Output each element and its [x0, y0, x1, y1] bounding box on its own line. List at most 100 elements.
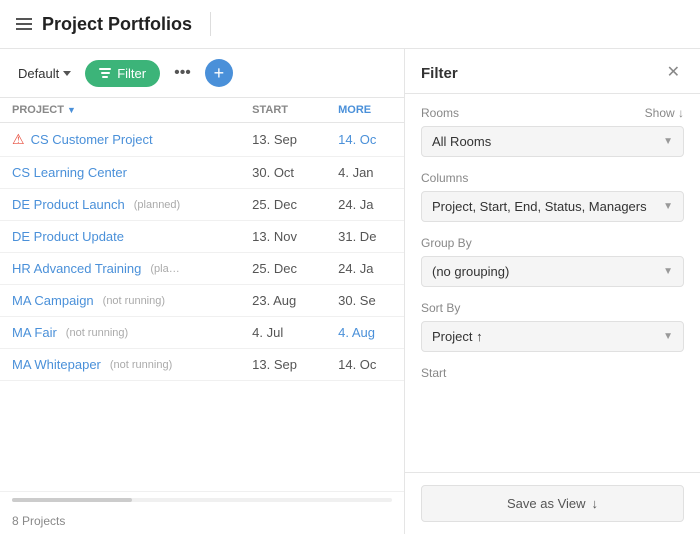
rooms-value: All Rooms [432, 134, 491, 149]
main-content: Default Filter ••• + PROJECT ▼ [0, 49, 700, 534]
group-by-value: (no grouping) [432, 264, 509, 279]
filter-label: Filter [117, 66, 146, 81]
project-tag: (planned) [134, 199, 180, 211]
project-tag: (not running) [103, 295, 165, 307]
rooms-arrow-icon: ▼ [663, 136, 673, 147]
table-row: CS Learning Center 30. Oct4. Jan [0, 157, 404, 189]
columns-label: Columns [421, 171, 468, 185]
table-row: MA Campaign (not running) 23. Aug30. Se [0, 285, 404, 317]
table-row: MA Whitepaper(not running)13. Sep14. Oc [0, 349, 404, 381]
project-table-container: PROJECT ▼ START MORE ⚠ CS Customer Projec… [0, 98, 404, 491]
sort-by-section: Sort By Project ↑ ▼ [421, 301, 684, 352]
sort-by-section-header: Sort By [421, 301, 684, 315]
scroll-thumb[interactable] [12, 498, 132, 502]
project-cell: MA Whitepaper (not running) [0, 349, 240, 381]
sort-by-select[interactable]: Project ↑ ▼ [421, 321, 684, 352]
sort-by-arrow-icon: ▼ [663, 331, 673, 342]
col-more[interactable]: MORE [326, 98, 404, 123]
start-date: 4. Jul [240, 317, 326, 349]
group-by-section-header: Group By [421, 236, 684, 250]
more-date: 24. Ja [326, 189, 404, 221]
project-cell: HR Advanced Training (pla… [0, 253, 240, 285]
group-by-section: Group By (no grouping) ▼ [421, 236, 684, 287]
filter-footer: Save as View ↓ [405, 472, 700, 534]
start-section: Start [421, 366, 684, 380]
filter-body: Rooms Show ↓ All Rooms ▼ Columns Project… [405, 94, 700, 472]
group-by-arrow-icon: ▼ [663, 266, 673, 277]
rooms-section-header: Rooms Show ↓ [421, 106, 684, 120]
more-date: 14. Oc [326, 123, 404, 157]
project-cell: MA Campaign (not running) [0, 285, 240, 317]
more-date: 30. Se [326, 285, 404, 317]
project-cell: DE Product Update [0, 221, 240, 253]
project-name[interactable]: MA Campaign [12, 293, 94, 308]
start-date: 13. Sep [240, 123, 326, 157]
close-filter-button[interactable]: ✕ [663, 63, 684, 83]
app-header: Project Portfolios [0, 0, 700, 49]
save-view-label: Save as View [507, 496, 586, 511]
group-by-select[interactable]: (no grouping) ▼ [421, 256, 684, 287]
table-header-row: PROJECT ▼ START MORE [0, 98, 404, 123]
table-row: ⚠ CS Customer Project 13. Sep14. Oc [0, 123, 404, 157]
more-date: 24. Ja [326, 253, 404, 285]
more-date: 14. Oc [326, 349, 404, 381]
project-table: PROJECT ▼ START MORE ⚠ CS Customer Projec… [0, 98, 404, 381]
header-divider [210, 12, 211, 36]
columns-select[interactable]: Project, Start, End, Status, Managers ▼ [421, 191, 684, 222]
rooms-label: Rooms [421, 106, 459, 120]
default-view-button[interactable]: Default [12, 62, 77, 85]
page-title: Project Portfolios [42, 14, 192, 35]
table-row: DE Product Launch (planned) 25. Dec24. Ja [0, 189, 404, 221]
project-name[interactable]: CS Customer Project [31, 132, 153, 147]
rooms-section: Rooms Show ↓ All Rooms ▼ [421, 106, 684, 157]
project-tag: (not running) [66, 327, 128, 339]
filter-icon [99, 68, 111, 78]
more-date: 4. Jan [326, 157, 404, 189]
more-date: 4. Aug [326, 317, 404, 349]
filter-title: Filter [421, 65, 458, 82]
error-icon: ⚠ [12, 131, 25, 148]
col-project[interactable]: PROJECT ▼ [0, 98, 240, 123]
start-date: 23. Aug [240, 285, 326, 317]
project-name[interactable]: DE Product Launch [12, 197, 125, 212]
add-button[interactable]: + [205, 59, 233, 87]
project-name[interactable]: MA Fair [12, 325, 57, 340]
columns-value: Project, Start, End, Status, Managers [432, 199, 647, 214]
project-cell: ⚠ CS Customer Project [0, 123, 240, 157]
sort-by-value: Project ↑ [432, 329, 483, 344]
start-section-header: Start [421, 366, 684, 380]
save-as-view-button[interactable]: Save as View ↓ [421, 485, 684, 522]
project-name[interactable]: CS Learning Center [12, 165, 127, 180]
table-row: DE Product Update13. Nov31. De [0, 221, 404, 253]
filter-panel: Filter ✕ Rooms Show ↓ All Rooms ▼ Column… [405, 49, 700, 534]
table-row: MA Fair (not running) 4. Jul4. Aug [0, 317, 404, 349]
scroll-bar-area [0, 491, 404, 508]
left-panel: Default Filter ••• + PROJECT ▼ [0, 49, 405, 534]
more-date: 31. De [326, 221, 404, 253]
filter-header: Filter ✕ [405, 49, 700, 94]
table-row: HR Advanced Training(pla…25. Dec24. Ja [0, 253, 404, 285]
start-label: Start [421, 366, 446, 380]
more-options-button[interactable]: ••• [168, 60, 197, 86]
project-tag: (pla… [150, 263, 179, 275]
rooms-show-link[interactable]: Show ↓ [645, 106, 684, 120]
project-cell: CS Learning Center [0, 157, 240, 189]
filter-button[interactable]: Filter [85, 60, 160, 87]
save-view-arrow-icon: ↓ [592, 496, 599, 511]
menu-icon[interactable] [16, 18, 32, 30]
project-name[interactable]: MA Whitepaper [12, 357, 101, 372]
start-date: 30. Oct [240, 157, 326, 189]
col-start[interactable]: START [240, 98, 326, 123]
scroll-track[interactable] [12, 498, 392, 502]
toolbar: Default Filter ••• + [0, 49, 404, 98]
project-name[interactable]: HR Advanced Training [12, 261, 141, 276]
project-count: 8 Projects [0, 508, 404, 534]
project-tag: (not running) [110, 359, 172, 371]
start-date: 25. Dec [240, 189, 326, 221]
project-name[interactable]: DE Product Update [12, 229, 124, 244]
project-cell: MA Fair (not running) [0, 317, 240, 349]
columns-section: Columns Project, Start, End, Status, Man… [421, 171, 684, 222]
group-by-label: Group By [421, 236, 472, 250]
default-label: Default [18, 66, 59, 81]
rooms-select[interactable]: All Rooms ▼ [421, 126, 684, 157]
